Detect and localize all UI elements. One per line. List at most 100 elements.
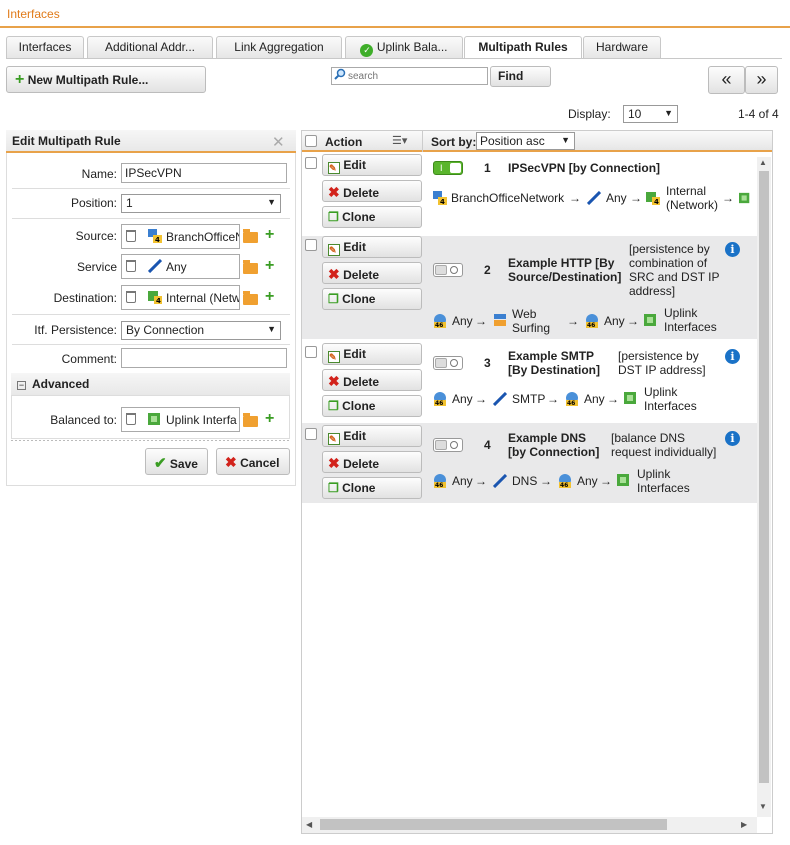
comment-input[interactable] (121, 348, 287, 368)
vertical-scroll-thumb[interactable] (759, 171, 769, 783)
button-label: Save (169, 457, 198, 471)
service-field[interactable]: Any (121, 254, 240, 279)
uplink-interfaces-icon (644, 314, 656, 326)
balanced-field[interactable]: Uplink Interfa (121, 407, 240, 432)
source-label: Source: (75, 229, 117, 243)
any-network-icon: 46 (586, 314, 598, 328)
chevron-right-icon: » (756, 69, 767, 89)
delete-button[interactable]: ✖ Delete (322, 180, 422, 202)
add-icon[interactable]: + (265, 411, 274, 427)
arrow: → (569, 191, 581, 205)
edit-button[interactable]: ✎ Edit (322, 154, 422, 176)
folder-icon[interactable] (243, 291, 258, 305)
name-input[interactable]: IPSecVPN (121, 163, 287, 183)
source-field[interactable]: BranchOfficeN (121, 224, 240, 249)
add-icon[interactable]: + (265, 227, 274, 243)
folder-icon[interactable] (243, 260, 258, 274)
balanced-label: Balanced to: (50, 413, 117, 427)
row-checkbox[interactable] (305, 239, 317, 251)
select-all-checkbox[interactable] (305, 135, 317, 147)
tab-link-aggregation[interactable]: Link Aggregation (216, 36, 342, 58)
scroll-right-icon[interactable]: ▶ (741, 820, 747, 829)
arrow: → (540, 474, 552, 488)
delete-button[interactable]: ✖ Delete (322, 451, 422, 473)
sort-select[interactable]: Position asc ▼ (476, 132, 575, 150)
network-icon: 4 (433, 191, 447, 205)
info-icon[interactable]: i (725, 431, 740, 446)
find-button[interactable]: Find (490, 66, 551, 87)
tab-uplink-balancing[interactable]: ✓ Uplink Bala... (345, 36, 463, 58)
chevron-down-icon: ▼ (664, 108, 673, 118)
row-checkbox[interactable] (305, 157, 317, 169)
delete-button[interactable]: ✖ Delete (322, 369, 422, 391)
scroll-up-icon[interactable]: ▲ (759, 158, 767, 167)
service-label: Service (76, 260, 117, 274)
folder-icon[interactable] (243, 229, 258, 243)
clone-button[interactable]: ❐ Clone (322, 477, 422, 499)
enable-toggle[interactable] (433, 263, 463, 277)
button-label: Edit (343, 429, 367, 443)
info-icon[interactable]: i (725, 349, 740, 364)
rule-destination: Any (577, 474, 598, 488)
destination-field[interactable]: Internal (Netw (121, 285, 240, 310)
svg-text:4: 4 (654, 198, 659, 205)
delete-icon: ✖ (328, 373, 340, 389)
advanced-header[interactable]: − Advanced (11, 373, 290, 396)
service-group-icon (494, 314, 506, 326)
save-button[interactable]: ✔ Save (145, 448, 208, 475)
button-label: Delete (343, 186, 380, 200)
rule-target-detail: Interfaces (664, 320, 717, 334)
scroll-down-icon[interactable]: ▼ (759, 802, 767, 811)
add-icon[interactable]: + (265, 258, 274, 274)
enable-toggle[interactable]: I (433, 161, 463, 175)
position-select[interactable]: 1 ▼ (121, 194, 281, 213)
select-value: 1 (126, 196, 133, 210)
service-icon (493, 392, 507, 406)
close-icon[interactable]: ✕ (272, 133, 285, 151)
tab-additional-addresses[interactable]: Additional Addr... (87, 36, 213, 58)
trash-icon[interactable] (126, 291, 136, 303)
clone-button[interactable]: ❐ Clone (322, 395, 422, 417)
tab-multipath-rules[interactable]: Multipath Rules (464, 36, 582, 59)
row-checkbox[interactable] (305, 346, 317, 358)
any-network-icon: 46 (434, 392, 446, 406)
clone-button[interactable]: ❐ Clone (322, 206, 422, 228)
button-label: Find (498, 69, 524, 83)
delete-button[interactable]: ✖ Delete (322, 262, 422, 284)
button-label: Edit (343, 240, 367, 254)
network-icon: 4 (148, 229, 162, 243)
balanced-value: Uplink Interfa (166, 413, 237, 427)
divider (12, 188, 290, 189)
persistence-select[interactable]: By Connection ▼ (121, 321, 281, 340)
display-select[interactable]: 10 ▼ (623, 105, 678, 123)
button-label: Clone (342, 292, 376, 306)
enable-toggle[interactable] (433, 356, 463, 370)
folder-icon[interactable] (243, 413, 258, 427)
trash-icon[interactable] (126, 230, 136, 242)
trash-icon[interactable] (126, 260, 136, 272)
add-icon[interactable]: + (265, 289, 274, 305)
edit-button[interactable]: ✎ Edit (322, 343, 422, 365)
search-input[interactable] (331, 67, 488, 85)
scroll-left-icon[interactable]: ◀ (306, 820, 312, 829)
list-options-icon[interactable]: ☰▾ (392, 134, 407, 147)
edit-button[interactable]: ✎ Edit (322, 425, 422, 447)
tab-hardware[interactable]: Hardware (583, 36, 661, 58)
tab-interfaces[interactable]: Interfaces (6, 36, 84, 58)
comment-line: [balance DNS (611, 431, 686, 445)
edit-button[interactable]: ✎ Edit (322, 236, 422, 258)
clone-button[interactable]: ❐ Clone (322, 288, 422, 310)
enable-toggle[interactable] (433, 438, 463, 452)
horizontal-scroll-thumb[interactable] (320, 819, 667, 830)
arrow: → (600, 474, 612, 488)
prev-page-button[interactable]: « (708, 66, 745, 94)
rule-target: Uplink (644, 385, 678, 399)
display-label: Display: (568, 107, 611, 121)
next-page-button[interactable]: » (745, 66, 778, 94)
row-checkbox[interactable] (305, 428, 317, 440)
new-multipath-rule-button[interactable]: + New Multipath Rule... (6, 66, 206, 93)
cancel-button[interactable]: ✖ Cancel (216, 448, 290, 475)
trash-icon[interactable] (126, 413, 136, 425)
info-icon[interactable]: i (725, 242, 740, 257)
service-value: Any (166, 260, 187, 274)
